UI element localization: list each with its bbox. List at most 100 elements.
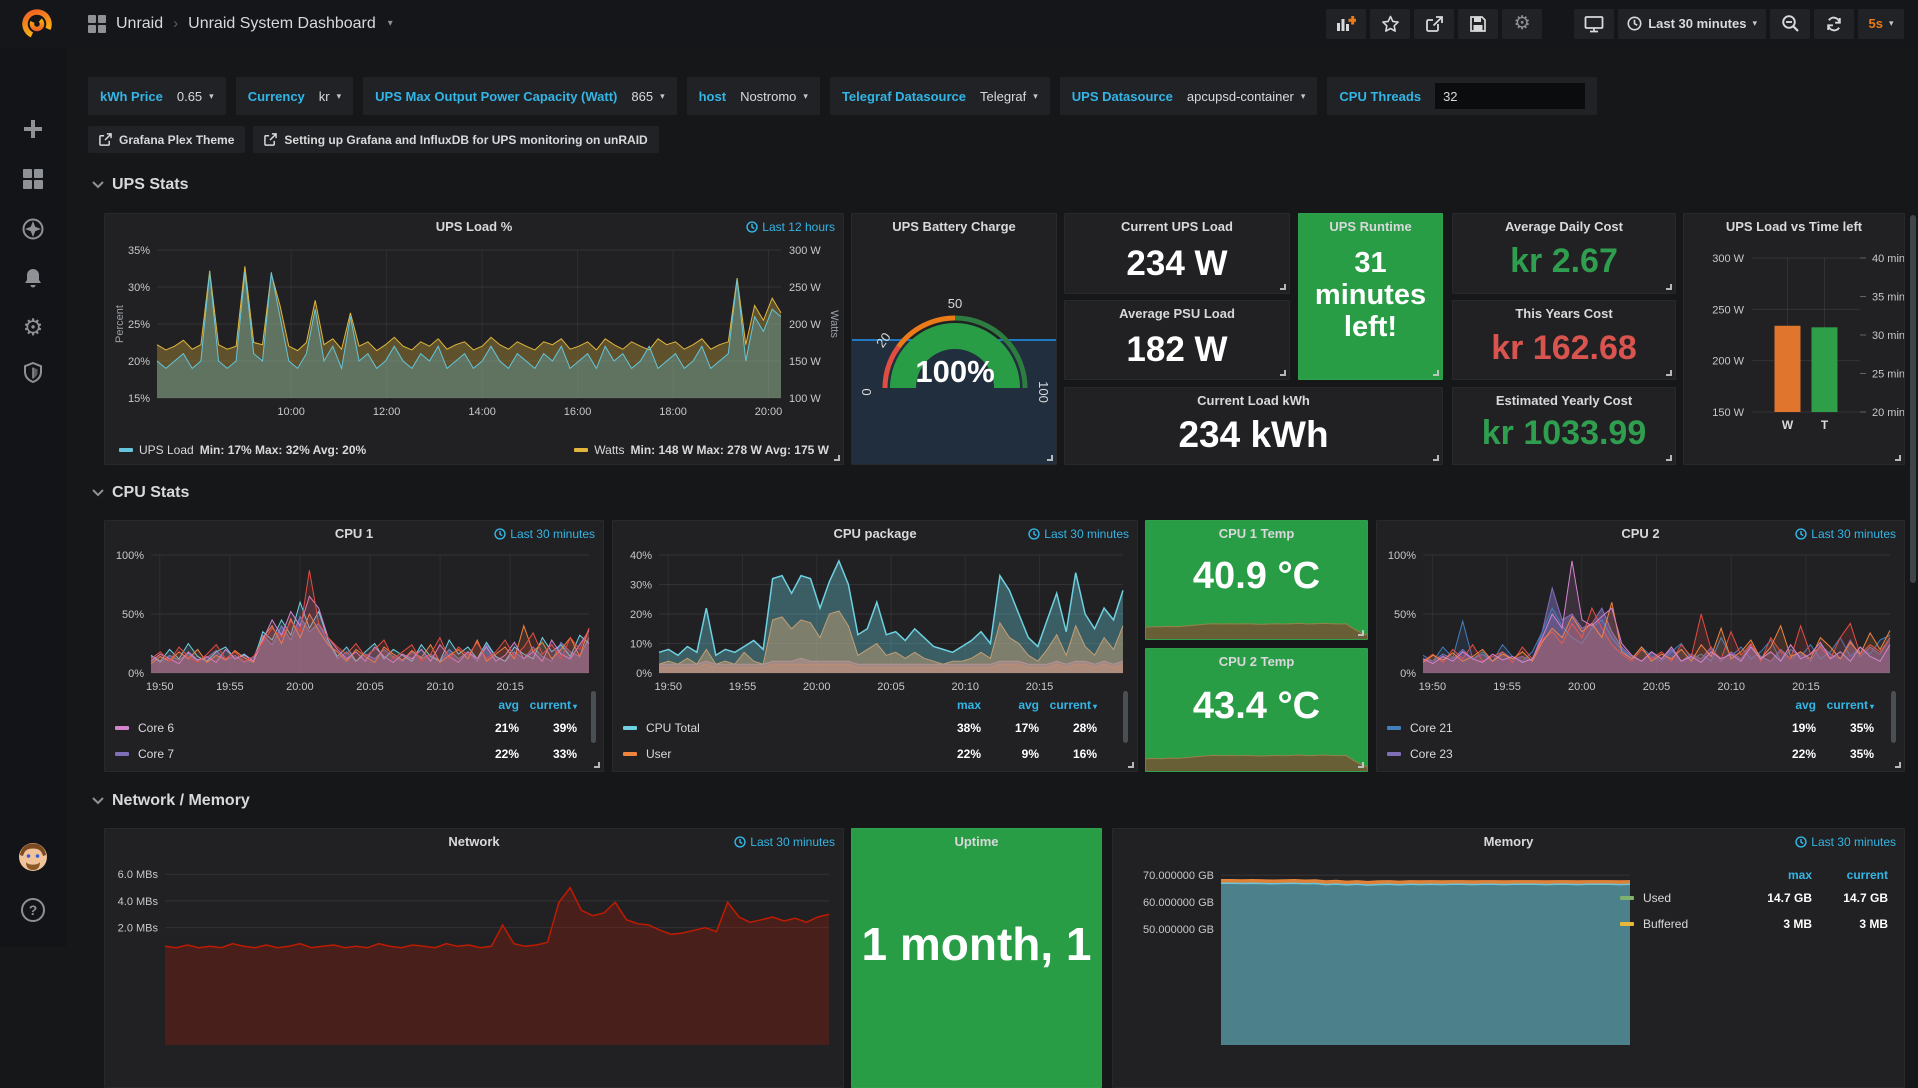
panel-time-range[interactable]: Last 30 minutes: [1028, 527, 1129, 541]
legend-series-name[interactable]: Core 21: [1410, 721, 1453, 735]
legend-series-name[interactable]: CPU Total: [646, 721, 700, 735]
legend-series-name[interactable]: Buffered: [1643, 917, 1688, 931]
panel-title[interactable]: UPS Load %: [105, 219, 843, 234]
user-avatar[interactable]: [0, 840, 66, 874]
zoom-out-button[interactable]: [1770, 9, 1810, 39]
variable-value[interactable]: Nostromo: [740, 89, 796, 104]
save-dashboard-button[interactable]: [1458, 9, 1498, 39]
panel-title[interactable]: Average PSU Load: [1065, 306, 1289, 321]
panel-title[interactable]: Average Daily Cost: [1453, 219, 1675, 234]
section-network-memory[interactable]: Network / Memory: [92, 792, 250, 810]
panel-title[interactable]: CPU 1 Temp: [1146, 526, 1367, 541]
variable-value[interactable]: 0.65: [177, 89, 202, 104]
panel-resize-handle[interactable]: [1128, 762, 1134, 768]
variable-telegraf-datasource[interactable]: Telegraf DatasourceTelegraf▾: [830, 77, 1050, 115]
battery-gauge[interactable]: 02050100100%: [852, 240, 1057, 465]
panel-title[interactable]: Current UPS Load: [1065, 219, 1289, 234]
variable-kwh-price[interactable]: kWh Price0.65▾: [88, 77, 226, 115]
legend-swatch[interactable]: [115, 726, 129, 730]
breadcrumb-app[interactable]: Unraid: [116, 15, 163, 33]
variable-value[interactable]: 865: [631, 89, 653, 104]
legend-column-avg[interactable]: avg: [1758, 698, 1816, 712]
variable-value[interactable]: apcupsd-container: [1187, 89, 1294, 104]
variable-currency[interactable]: Currencykr▾: [236, 77, 353, 115]
add-panel-button[interactable]: [1326, 9, 1366, 39]
variable-ups-datasource[interactable]: UPS Datasourceapcupsd-container▾: [1060, 77, 1318, 115]
dashboard-link[interactable]: Grafana Plex Theme: [88, 126, 245, 153]
legend-column-current[interactable]: current▾: [1039, 698, 1097, 712]
panel-resize-handle[interactable]: [1047, 455, 1053, 461]
legend-swatch[interactable]: [623, 726, 637, 730]
legend-scrollbar[interactable]: [1123, 691, 1128, 743]
variable-cpu-threads[interactable]: CPU Threads: [1327, 77, 1597, 115]
variable-input[interactable]: [1435, 83, 1585, 109]
panel-title[interactable]: Memory: [1113, 834, 1904, 849]
legend-swatch[interactable]: [1620, 896, 1634, 900]
server-admin-shield-icon[interactable]: [0, 356, 66, 390]
grafana-logo[interactable]: [18, 5, 56, 43]
panel-title[interactable]: Network: [105, 834, 843, 849]
variable-value[interactable]: Telegraf: [980, 89, 1026, 104]
cpu2-chart[interactable]: 0%50%100%19:5019:5520:0020:0520:1020:15: [1383, 547, 1900, 697]
cpu1-chart[interactable]: 0%50%100%19:5019:5520:0020:0520:1020:15: [111, 547, 599, 697]
legend-column-current[interactable]: current▾: [1816, 698, 1874, 712]
breadcrumb-caret-icon[interactable]: ▾: [388, 18, 393, 29]
section-ups-stats[interactable]: UPS Stats: [92, 176, 188, 194]
legend-series-name[interactable]: Used: [1643, 891, 1671, 905]
legend-series-name[interactable]: Core 23: [1410, 747, 1453, 761]
share-dashboard-button[interactable]: [1414, 9, 1454, 39]
panel-resize-handle[interactable]: [1895, 455, 1901, 461]
panel-title[interactable]: Uptime: [852, 834, 1101, 849]
panel-resize-handle[interactable]: [1280, 284, 1286, 290]
legend-swatch[interactable]: [115, 752, 129, 756]
dashboard-link[interactable]: Setting up Grafana and InfluxDB for UPS …: [253, 126, 658, 153]
legend-column-current[interactable]: current▾: [519, 698, 577, 712]
panel-resize-handle[interactable]: [1280, 370, 1286, 376]
dashboards-icon[interactable]: [0, 162, 66, 196]
variable-ups-max-output-power-capacity-watt-[interactable]: UPS Max Output Power Capacity (Watt)865▾: [363, 77, 676, 115]
star-dashboard-button[interactable]: [1370, 9, 1410, 39]
network-chart[interactable]: 2.0 MBs4.0 MBs6.0 MBs: [111, 855, 839, 1055]
panel-time-range[interactable]: Last 30 minutes: [494, 527, 595, 541]
legend-swatch[interactable]: [1387, 726, 1401, 730]
panel-title[interactable]: UPS Battery Charge: [852, 219, 1056, 234]
legend-series-name[interactable]: User: [646, 747, 671, 761]
variable-host[interactable]: hostNostromo▾: [687, 77, 820, 115]
panel-time-range[interactable]: Last 12 hours: [746, 220, 835, 234]
legend-swatch[interactable]: [1620, 922, 1634, 926]
variable-value[interactable]: kr: [319, 89, 330, 104]
panel-title[interactable]: CPU 2 Temp: [1146, 654, 1367, 669]
memory-chart[interactable]: 50.000000 GB60.000000 GB70.000000 GB: [1119, 855, 1634, 1055]
panel-resize-handle[interactable]: [1895, 762, 1901, 768]
panel-resize-handle[interactable]: [1433, 455, 1439, 461]
page-scrollbar-thumb[interactable]: [1910, 215, 1916, 583]
legend-series-name[interactable]: Watts: [594, 443, 624, 457]
ups-load-chart[interactable]: 15%100 W20%150 W25%200 W30%250 W35%300 W…: [111, 240, 839, 426]
load-vs-time-bars[interactable]: 150 W200 W250 W300 W20 min25 min30 min35…: [1684, 214, 1905, 465]
panel-resize-handle[interactable]: [1433, 370, 1439, 376]
help-icon[interactable]: ?: [0, 893, 66, 927]
panel-time-range[interactable]: Last 30 minutes: [1795, 527, 1896, 541]
legend-series-name[interactable]: Core 7: [138, 747, 174, 761]
tv-mode-button[interactable]: [1574, 9, 1614, 39]
breadcrumb-page-title[interactable]: Unraid System Dashboard: [188, 15, 376, 33]
panel-title[interactable]: UPS Load vs Time left: [1684, 219, 1904, 234]
panel-resize-handle[interactable]: [834, 455, 840, 461]
legend-series-name[interactable]: UPS Load: [139, 443, 194, 457]
panel-resize-handle[interactable]: [1358, 762, 1364, 768]
panel-resize-handle[interactable]: [1666, 370, 1672, 376]
create-plus-icon[interactable]: [0, 112, 66, 146]
legend-column-current[interactable]: current: [1812, 868, 1888, 882]
refresh-button[interactable]: [1814, 9, 1854, 39]
legend-swatch[interactable]: [1387, 752, 1401, 756]
legend-column-max[interactable]: max: [1736, 868, 1812, 882]
legend-series-name[interactable]: Core 6: [138, 721, 174, 735]
refresh-interval-picker[interactable]: 5s ▾: [1858, 9, 1904, 39]
legend-column-avg[interactable]: avg: [981, 698, 1039, 712]
configuration-gear-icon[interactable]: ⚙: [0, 310, 66, 344]
panel-resize-handle[interactable]: [594, 762, 600, 768]
explore-compass-icon[interactable]: [0, 212, 66, 246]
time-range-picker[interactable]: Last 30 minutes ▾: [1618, 9, 1766, 39]
panel-resize-handle[interactable]: [1358, 630, 1364, 636]
legend-scrollbar[interactable]: [591, 691, 596, 743]
